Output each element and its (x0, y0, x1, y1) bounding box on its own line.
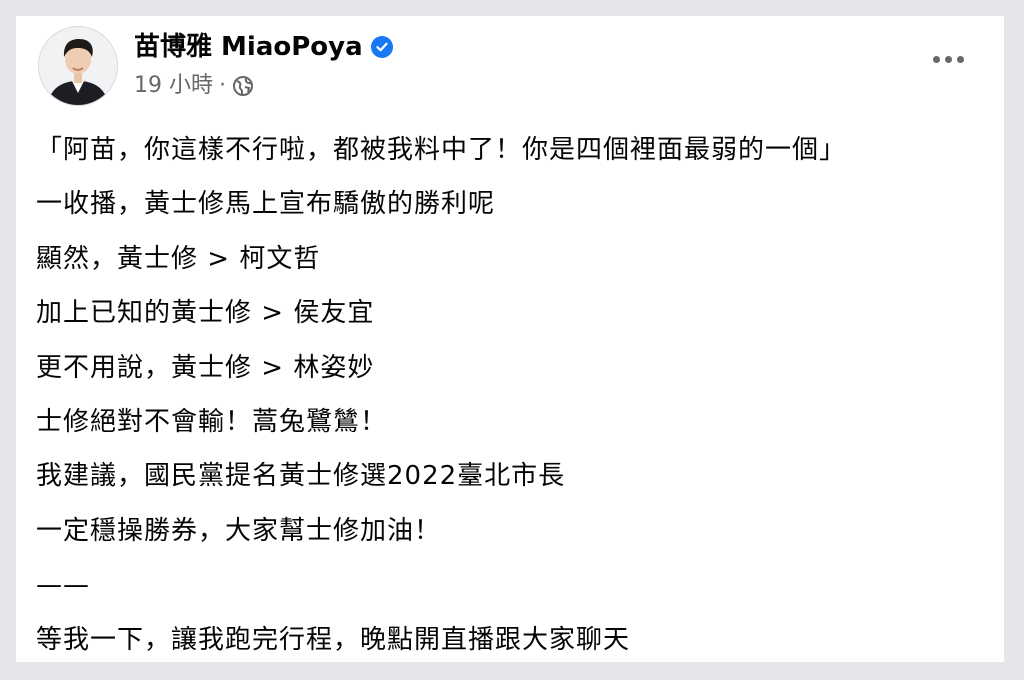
post-text-line: 等我一下，讓我跑完行程，晚點開直播跟大家聊天 (36, 624, 631, 655)
post-text-line: 顯然，黃士修 > 柯文哲 (36, 243, 321, 274)
post-text-line: 加上已知的黃士修 > 侯友宜 (36, 298, 375, 329)
author-avatar[interactable] (38, 26, 118, 106)
globe-icon[interactable] (232, 75, 254, 97)
post-timestamp[interactable]: 19 小時 (134, 72, 213, 100)
meta-separator: · (219, 73, 226, 98)
avatar-portrait-icon (39, 27, 117, 105)
post-author: 苗博雅 MiaoPoya (134, 32, 393, 62)
author-name[interactable]: 苗博雅 MiaoPoya (134, 32, 363, 62)
post-body: 「阿苗，你這樣不行啦，都被我料中了！你是四個裡面最弱的一個」 一收播，黃士修馬上… (36, 123, 986, 667)
post-meta: 19 小時 · (134, 72, 254, 100)
post-text-line: 士修絕對不會輸！蒿兔鷺鷥！ (36, 406, 388, 437)
post-text-line: 我建議，國民黨提名黃士修選2022臺北市長 (36, 461, 566, 492)
dot (957, 56, 964, 63)
dot (945, 56, 952, 63)
post-text-line: 「阿苗，你這樣不行啦，都被我料中了！你是四個裡面最弱的一個」 (36, 135, 847, 165)
post-card: 苗博雅 MiaoPoya 19 小時 · 「阿苗，你這樣不行啦，都被我料中了！你… (16, 16, 1004, 662)
dot (933, 56, 940, 63)
post-text-line: 一收播，黃士修馬上宣布驕傲的勝利呢 (36, 189, 496, 220)
verified-badge-icon (370, 36, 393, 58)
post-text-line: 一定穩操勝券，大家幫士修加油！ (36, 515, 442, 546)
more-options-icon[interactable] (927, 50, 970, 69)
post-text-divider: —— (36, 570, 90, 601)
post-text-line: 更不用說，黃士修 > 林姿妙 (36, 352, 375, 383)
